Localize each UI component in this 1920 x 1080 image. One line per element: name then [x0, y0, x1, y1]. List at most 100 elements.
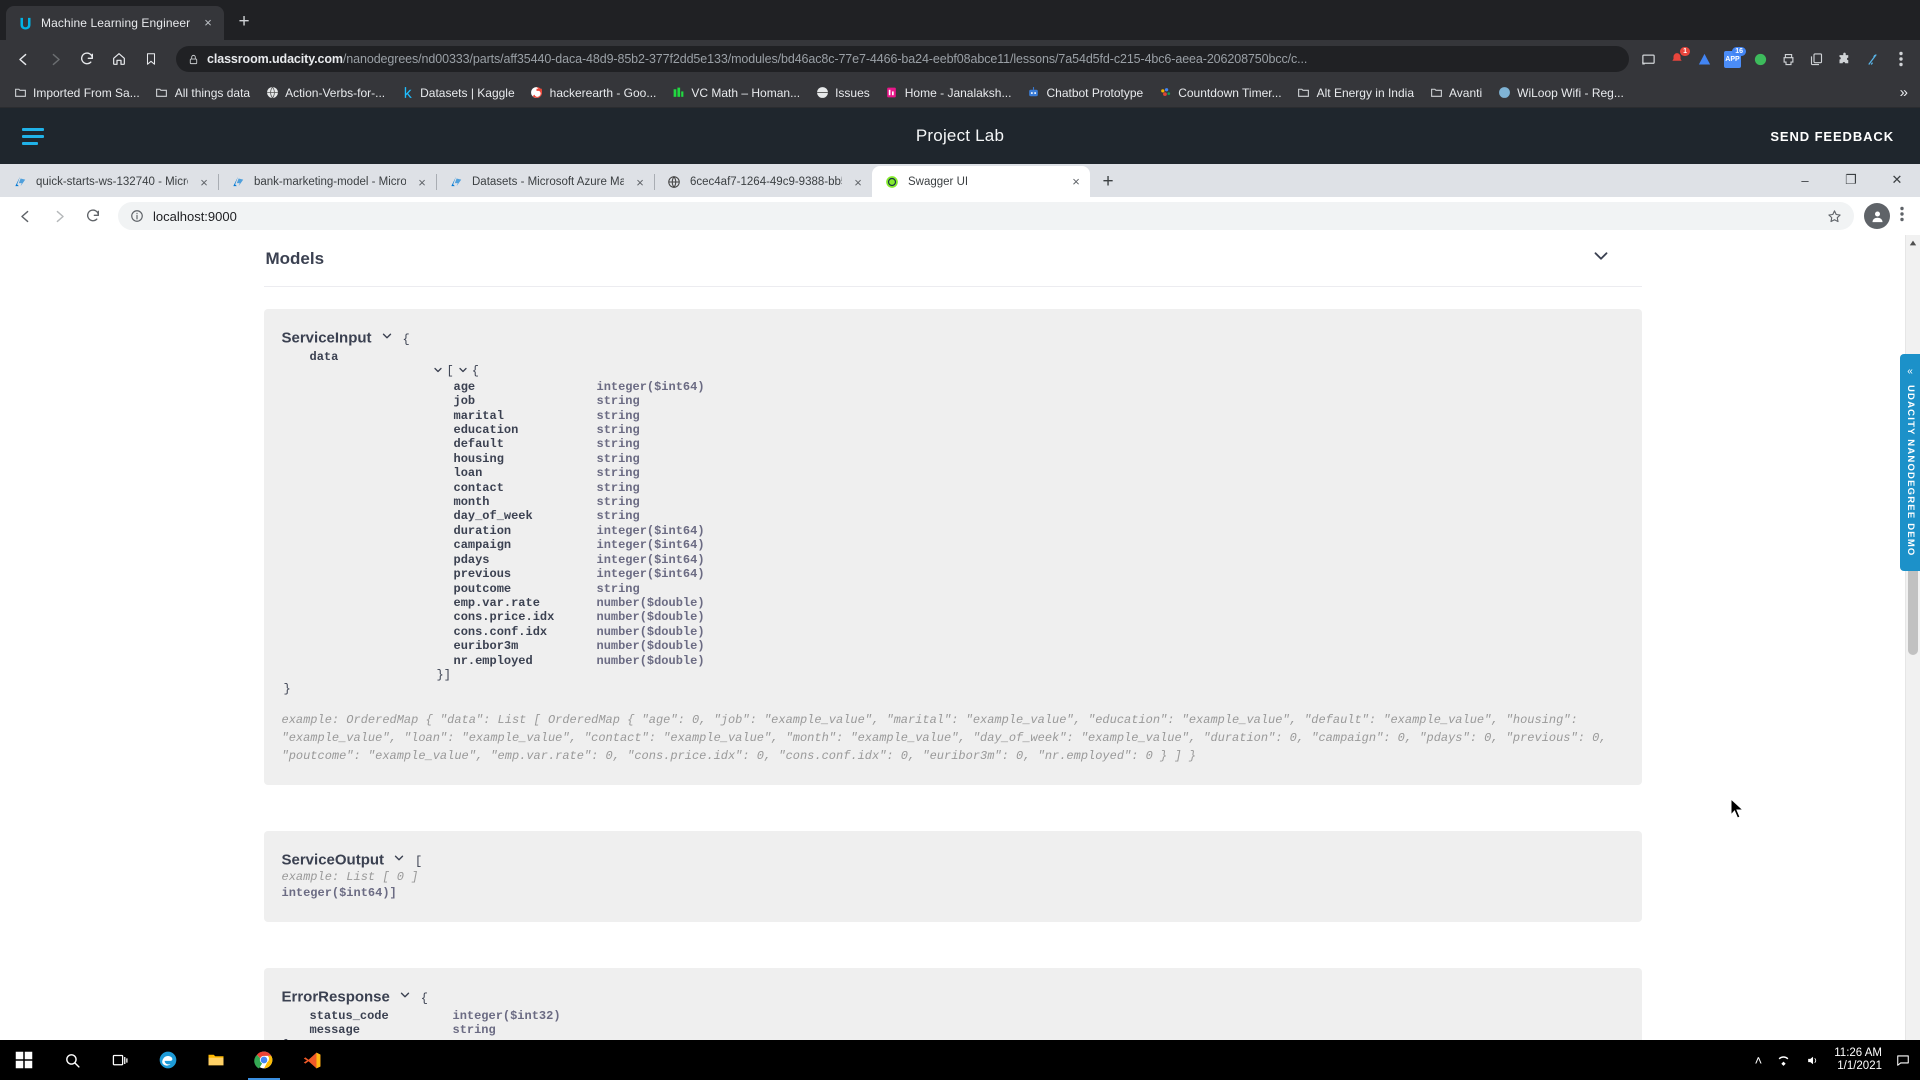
property-type: integer($int64) [597, 538, 705, 552]
bookmark-item[interactable]: Chatbot Prototype [1019, 83, 1150, 103]
outer-address-bar[interactable]: classroom.udacity.com/nanodegrees/nd0033… [176, 46, 1629, 72]
bookmark-item[interactable]: All things data [148, 83, 257, 103]
profile-avatar-icon[interactable] [1864, 203, 1890, 229]
property-type: number($double) [597, 625, 705, 639]
vscode-icon[interactable] [288, 1040, 336, 1080]
outer-browser-tab[interactable]: Machine Learning Engineer wit × [6, 6, 224, 40]
send-feedback-button[interactable]: SEND FEEDBACK [1770, 129, 1894, 144]
inner-browser-tab[interactable]: 6cec4af7-1264-49c9-9388-bb5b5 × [654, 167, 872, 197]
home-icon[interactable] [104, 44, 134, 74]
volume-icon[interactable] [1805, 1054, 1820, 1067]
bookmark-item[interactable]: Issues [808, 83, 877, 103]
ruler-icon[interactable] [1863, 50, 1882, 69]
model-title-row[interactable]: ServiceInput { [282, 329, 1618, 348]
close-icon[interactable]: × [414, 175, 430, 190]
inner-address-bar[interactable]: localhost:9000 [118, 202, 1854, 230]
open-brace: { [402, 333, 409, 347]
property-row: nr.employednumber($double) [282, 654, 1618, 668]
star-icon[interactable] [1827, 209, 1842, 224]
tray-expand-icon[interactable]: ˄ [1755, 1053, 1763, 1068]
chevron-down-icon[interactable] [398, 988, 412, 1007]
close-icon[interactable]: × [200, 15, 216, 31]
forward-arrow-icon [40, 44, 70, 74]
bookmark-item[interactable]: Action-Verbs-for-... [258, 83, 392, 103]
swagger-scroll-region: Models ServiceInput [0, 235, 1905, 1080]
property-type: number($double) [597, 654, 705, 668]
chevron-down-icon[interactable] [380, 329, 394, 348]
close-icon[interactable]: × [196, 175, 212, 190]
network-icon[interactable] [1776, 1054, 1791, 1067]
close-icon[interactable]: × [850, 175, 866, 190]
property-row: educationstring [282, 423, 1618, 437]
chevron-down-icon[interactable] [457, 364, 469, 379]
chrome-browser-icon[interactable] [240, 1040, 288, 1080]
reload-icon[interactable] [72, 44, 102, 74]
bookmark-icon[interactable] [136, 44, 166, 74]
chevron-down-icon[interactable] [432, 364, 444, 379]
model-title-row[interactable]: ErrorResponse { [282, 988, 1618, 1007]
more-menu-icon[interactable] [1891, 50, 1910, 69]
info-circle-icon[interactable] [130, 209, 144, 223]
bookmark-item[interactable]: Countdown Timer... [1151, 83, 1288, 103]
bookmark-item[interactable]: Home - Janalaksh... [878, 83, 1019, 103]
bookmarks-overflow-button[interactable]: » [1894, 84, 1914, 101]
bookmark-item[interactable]: Imported From Sa... [6, 83, 147, 103]
outer-chrome-browser: Machine Learning Engineer wit × + classr… [0, 0, 1920, 1080]
hamburger-menu-icon[interactable] [22, 128, 46, 145]
kebab-menu-icon[interactable] [1894, 206, 1910, 227]
clock[interactable]: 11:26 AM 1/1/2021 [1834, 1047, 1882, 1073]
apps-grid-icon[interactable]: APP 16 [1723, 50, 1742, 69]
back-arrow-icon[interactable] [8, 44, 38, 74]
copy-icon[interactable] [1807, 50, 1826, 69]
nanodegree-demo-side-tab[interactable]: « UDACITY NANODEGREE DEMO [1900, 354, 1920, 571]
bookmark-item[interactable]: Alt Energy in India [1290, 83, 1421, 103]
folder-icon [13, 86, 27, 100]
new-tab-button[interactable]: + [230, 9, 258, 37]
new-tab-button[interactable]: + [1094, 169, 1122, 197]
file-explorer-icon[interactable] [192, 1040, 240, 1080]
globe-icon[interactable] [1751, 50, 1770, 69]
chevron-down-icon[interactable] [1590, 245, 1612, 272]
scroll-up-arrow-icon[interactable] [1906, 235, 1920, 250]
windows-start-icon[interactable] [0, 1051, 48, 1069]
task-view-icon[interactable] [96, 1040, 144, 1080]
bookmark-item[interactable]: VC Math – Homan... [664, 83, 807, 103]
chevron-left-icon: « [1907, 366, 1913, 377]
close-window-button[interactable]: ✕ [1874, 164, 1920, 196]
inner-browser-tab[interactable]: bank-marketing-model - Micros × [218, 167, 436, 197]
media-cast-icon[interactable] [1639, 50, 1658, 69]
minimize-button[interactable]: – [1782, 164, 1828, 196]
extension-bell-icon[interactable]: 1 [1667, 50, 1686, 69]
models-section-header[interactable]: Models [264, 235, 1642, 287]
property-row: status_codeinteger($int32) [282, 1009, 1618, 1023]
open-brace: { [421, 991, 428, 1005]
search-icon[interactable] [48, 1040, 96, 1080]
close-icon[interactable]: × [1068, 174, 1084, 189]
bookmark-item[interactable]: Datasets | Kaggle [393, 83, 522, 103]
chevron-down-icon[interactable] [392, 851, 406, 870]
inner-browser-tab-active[interactable]: Swagger UI × [872, 166, 1090, 197]
bookmark-item[interactable]: Avanti [1422, 83, 1489, 103]
close-icon[interactable]: × [632, 175, 648, 190]
model-title-row[interactable]: ServiceOutput [ [282, 851, 1618, 870]
forward-arrow-icon[interactable] [44, 201, 74, 231]
inner-browser-tab[interactable]: Datasets - Microsoft Azure Mach × [436, 167, 654, 197]
puzzle-extensions-icon[interactable] [1835, 50, 1854, 69]
bookmark-item[interactable]: WiLoop Wifi - Reg... [1490, 83, 1631, 103]
edge-browser-icon[interactable] [144, 1040, 192, 1080]
reload-icon[interactable] [78, 201, 108, 231]
outer-url-text: classroom.udacity.com/nanodegrees/nd0033… [207, 52, 1307, 66]
bookmark-label: Avanti [1449, 86, 1482, 100]
property-name: loan [454, 466, 597, 480]
bookmark-item[interactable]: hackerearth - Goo... [523, 83, 664, 103]
property-name: age [454, 380, 597, 394]
bot-icon [1026, 86, 1040, 100]
back-arrow-icon[interactable] [10, 201, 40, 231]
array-open-row[interactable]: [ { [282, 364, 1618, 379]
inner-browser-tab[interactable]: quick-starts-ws-132740 - Micros × [0, 167, 218, 197]
notification-icon[interactable] [1896, 1053, 1910, 1067]
warning-triangle-icon[interactable] [1695, 50, 1714, 69]
serviceoutput-example: example: List [ 0 ] [282, 870, 1618, 885]
maximize-button[interactable]: ❐ [1828, 164, 1874, 196]
printer-icon[interactable] [1779, 50, 1798, 69]
